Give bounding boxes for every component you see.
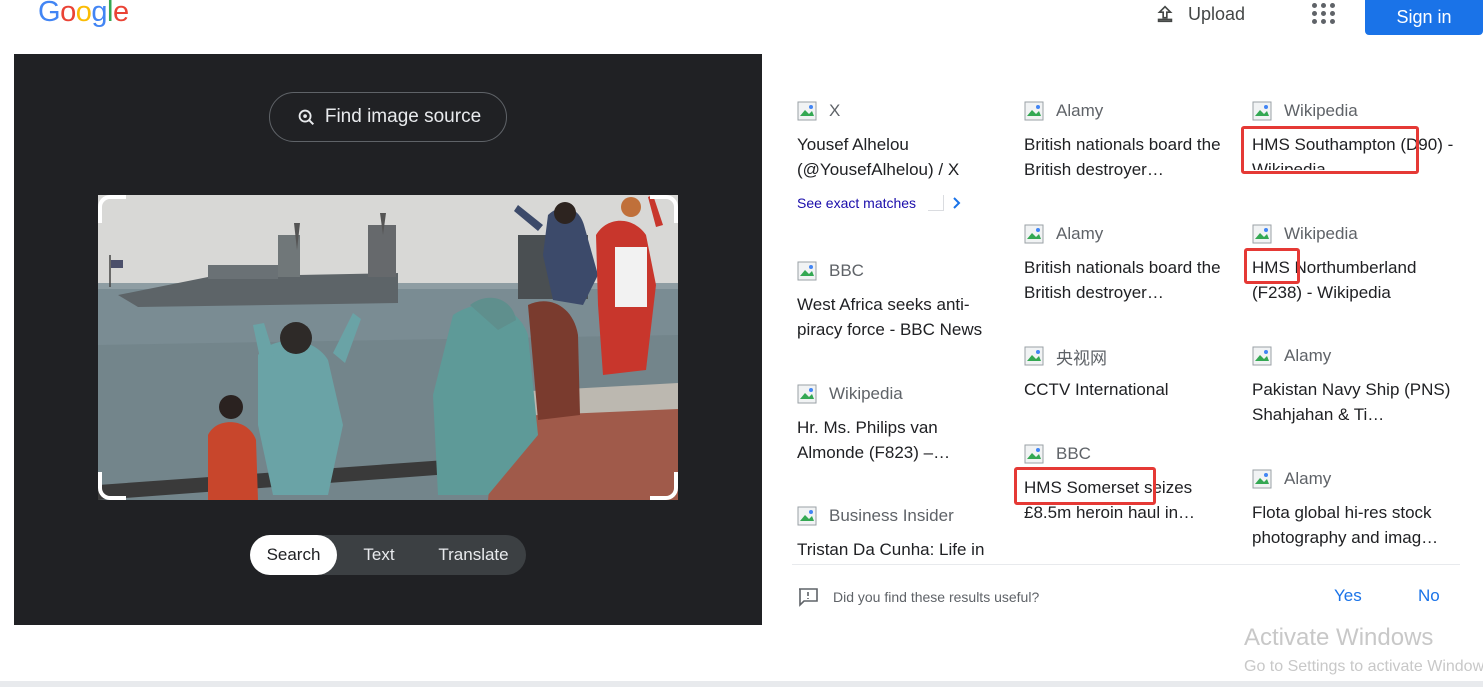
apps-grid-icon[interactable] — [1312, 3, 1336, 25]
upload-icon — [1157, 5, 1173, 23]
crop-handle-bottom-right[interactable] — [650, 472, 678, 500]
highlight-box — [1014, 467, 1156, 505]
result-title: Flota global hi-res stock photography an… — [1252, 503, 1439, 547]
result-card[interactable]: Alamy Flota global hi-res stock photogra… — [1252, 468, 1457, 550]
broken-image-icon — [1024, 444, 1044, 464]
crop-handle-top-right[interactable] — [650, 195, 678, 223]
result-source: Wikipedia — [1284, 101, 1358, 120]
result-card[interactable]: Alamy British nationals board the Britis… — [1024, 223, 1229, 305]
result-card[interactable]: BBC West Africa seeks anti-piracy force … — [797, 260, 1002, 342]
logo-letter: o — [75, 0, 92, 28]
result-title: Pakistan Navy Ship (PNS) Shahjahan & Ti… — [1252, 380, 1451, 424]
result-source: Alamy — [1056, 101, 1104, 120]
feedback-no-button[interactable]: No — [1418, 586, 1440, 606]
result-card[interactable]: Alamy British nationals board the Britis… — [1024, 100, 1229, 182]
result-title: Tristan Da Cunha: Life in — [797, 540, 985, 559]
result-source: Business Insider — [829, 506, 954, 525]
logo-letter: G — [38, 0, 61, 28]
result-source: BBC — [829, 261, 864, 280]
tab-text[interactable]: Text — [337, 535, 421, 575]
crop-handle-bottom-left[interactable] — [98, 472, 126, 500]
crop-handle-top-left[interactable] — [98, 195, 126, 223]
broken-image-icon — [1024, 101, 1044, 121]
lens-mode-tabs: Search Text Translate — [250, 535, 526, 575]
google-logo[interactable]: Google — [38, 0, 129, 29]
uploaded-image[interactable] — [98, 195, 678, 500]
broken-image-icon — [797, 261, 817, 281]
find-image-source-button[interactable]: Find image source — [269, 92, 507, 142]
image-search-icon — [298, 109, 314, 126]
activate-windows-subtitle: Go to Settings to activate Windows. — [1244, 658, 1483, 675]
result-source: Alamy — [1056, 224, 1104, 243]
result-title: Hr. Ms. Philips van Almonde (F823) –… — [797, 418, 951, 462]
broken-image-icon — [1252, 101, 1272, 121]
find-image-source-label: Find image source — [324, 106, 482, 127]
result-source: BBC — [1056, 444, 1091, 463]
result-source: Alamy — [1284, 346, 1332, 365]
see-exact-matches-link[interactable]: See exact matches — [797, 195, 962, 211]
tab-search[interactable]: Search — [250, 535, 337, 575]
broken-image-icon — [1024, 346, 1044, 366]
activate-windows-title: Activate Windows — [1244, 624, 1434, 651]
upload-label: Upload — [1188, 3, 1246, 24]
result-source: Alamy — [1284, 469, 1332, 488]
highlight-box — [1241, 126, 1419, 174]
result-card[interactable]: Wikipedia Hr. Ms. Philips van Almonde (F… — [797, 383, 1002, 465]
broken-image-icon — [797, 101, 817, 121]
result-title: West Africa seeks anti-piracy force - BB… — [797, 295, 983, 339]
broken-image-icon — [1252, 224, 1272, 244]
result-title: British nationals board the British dest… — [1024, 135, 1221, 179]
result-source: X — [829, 101, 841, 120]
chevron-right-icon — [953, 197, 961, 209]
broken-image-icon — [1252, 469, 1272, 489]
highlight-box — [1244, 248, 1300, 284]
result-title: British nationals board the British dest… — [1024, 258, 1221, 302]
ship-photo — [98, 195, 678, 500]
result-title: CCTV International — [1024, 380, 1169, 399]
tab-translate[interactable]: Translate — [421, 535, 526, 575]
feedback-question: Did you find these results useful? — [833, 589, 1040, 605]
logo-letter: e — [112, 0, 129, 28]
broken-image-icon — [1252, 346, 1272, 366]
logo-letter: g — [91, 0, 107, 28]
result-card[interactable]: 央视网 CCTV International — [1024, 345, 1229, 402]
broken-image-icon — [797, 506, 817, 526]
logo-letter: o — [60, 0, 76, 28]
result-source: Wikipedia — [829, 384, 903, 403]
result-card[interactable]: X Yousef Alhelou (@YousefAlhelou) / X — [797, 100, 1002, 182]
visual-matches-panel: X Yousef Alhelou (@YousefAlhelou) / X Se… — [762, 54, 1483, 625]
broken-image-icon — [1024, 224, 1044, 244]
top-bar: Google Upload Sign in — [0, 0, 1483, 52]
upload-button[interactable]: Upload — [1154, 3, 1245, 25]
divider — [928, 195, 945, 211]
broken-image-icon — [797, 384, 817, 404]
bottom-strip — [0, 681, 1483, 687]
feedback-yes-button[interactable]: Yes — [1334, 586, 1362, 606]
result-card[interactable]: Alamy Pakistan Navy Ship (PNS) Shahjahan… — [1252, 345, 1457, 427]
feedback-icon — [799, 588, 818, 607]
sign-in-button[interactable]: Sign in — [1365, 0, 1483, 35]
see-exact-matches-label: See exact matches — [797, 195, 917, 211]
result-title: Yousef Alhelou (@YousefAlhelou) / X — [797, 135, 960, 179]
result-source: Wikipedia — [1284, 224, 1358, 243]
feedback-bar: Did you find these results useful? Yes N… — [792, 564, 1460, 625]
lens-image-panel: Find image source Search Text Translate — [14, 54, 762, 625]
result-source: 央视网 — [1056, 348, 1107, 368]
result-card[interactable]: Business Insider Tristan Da Cunha: Life … — [797, 505, 1002, 562]
